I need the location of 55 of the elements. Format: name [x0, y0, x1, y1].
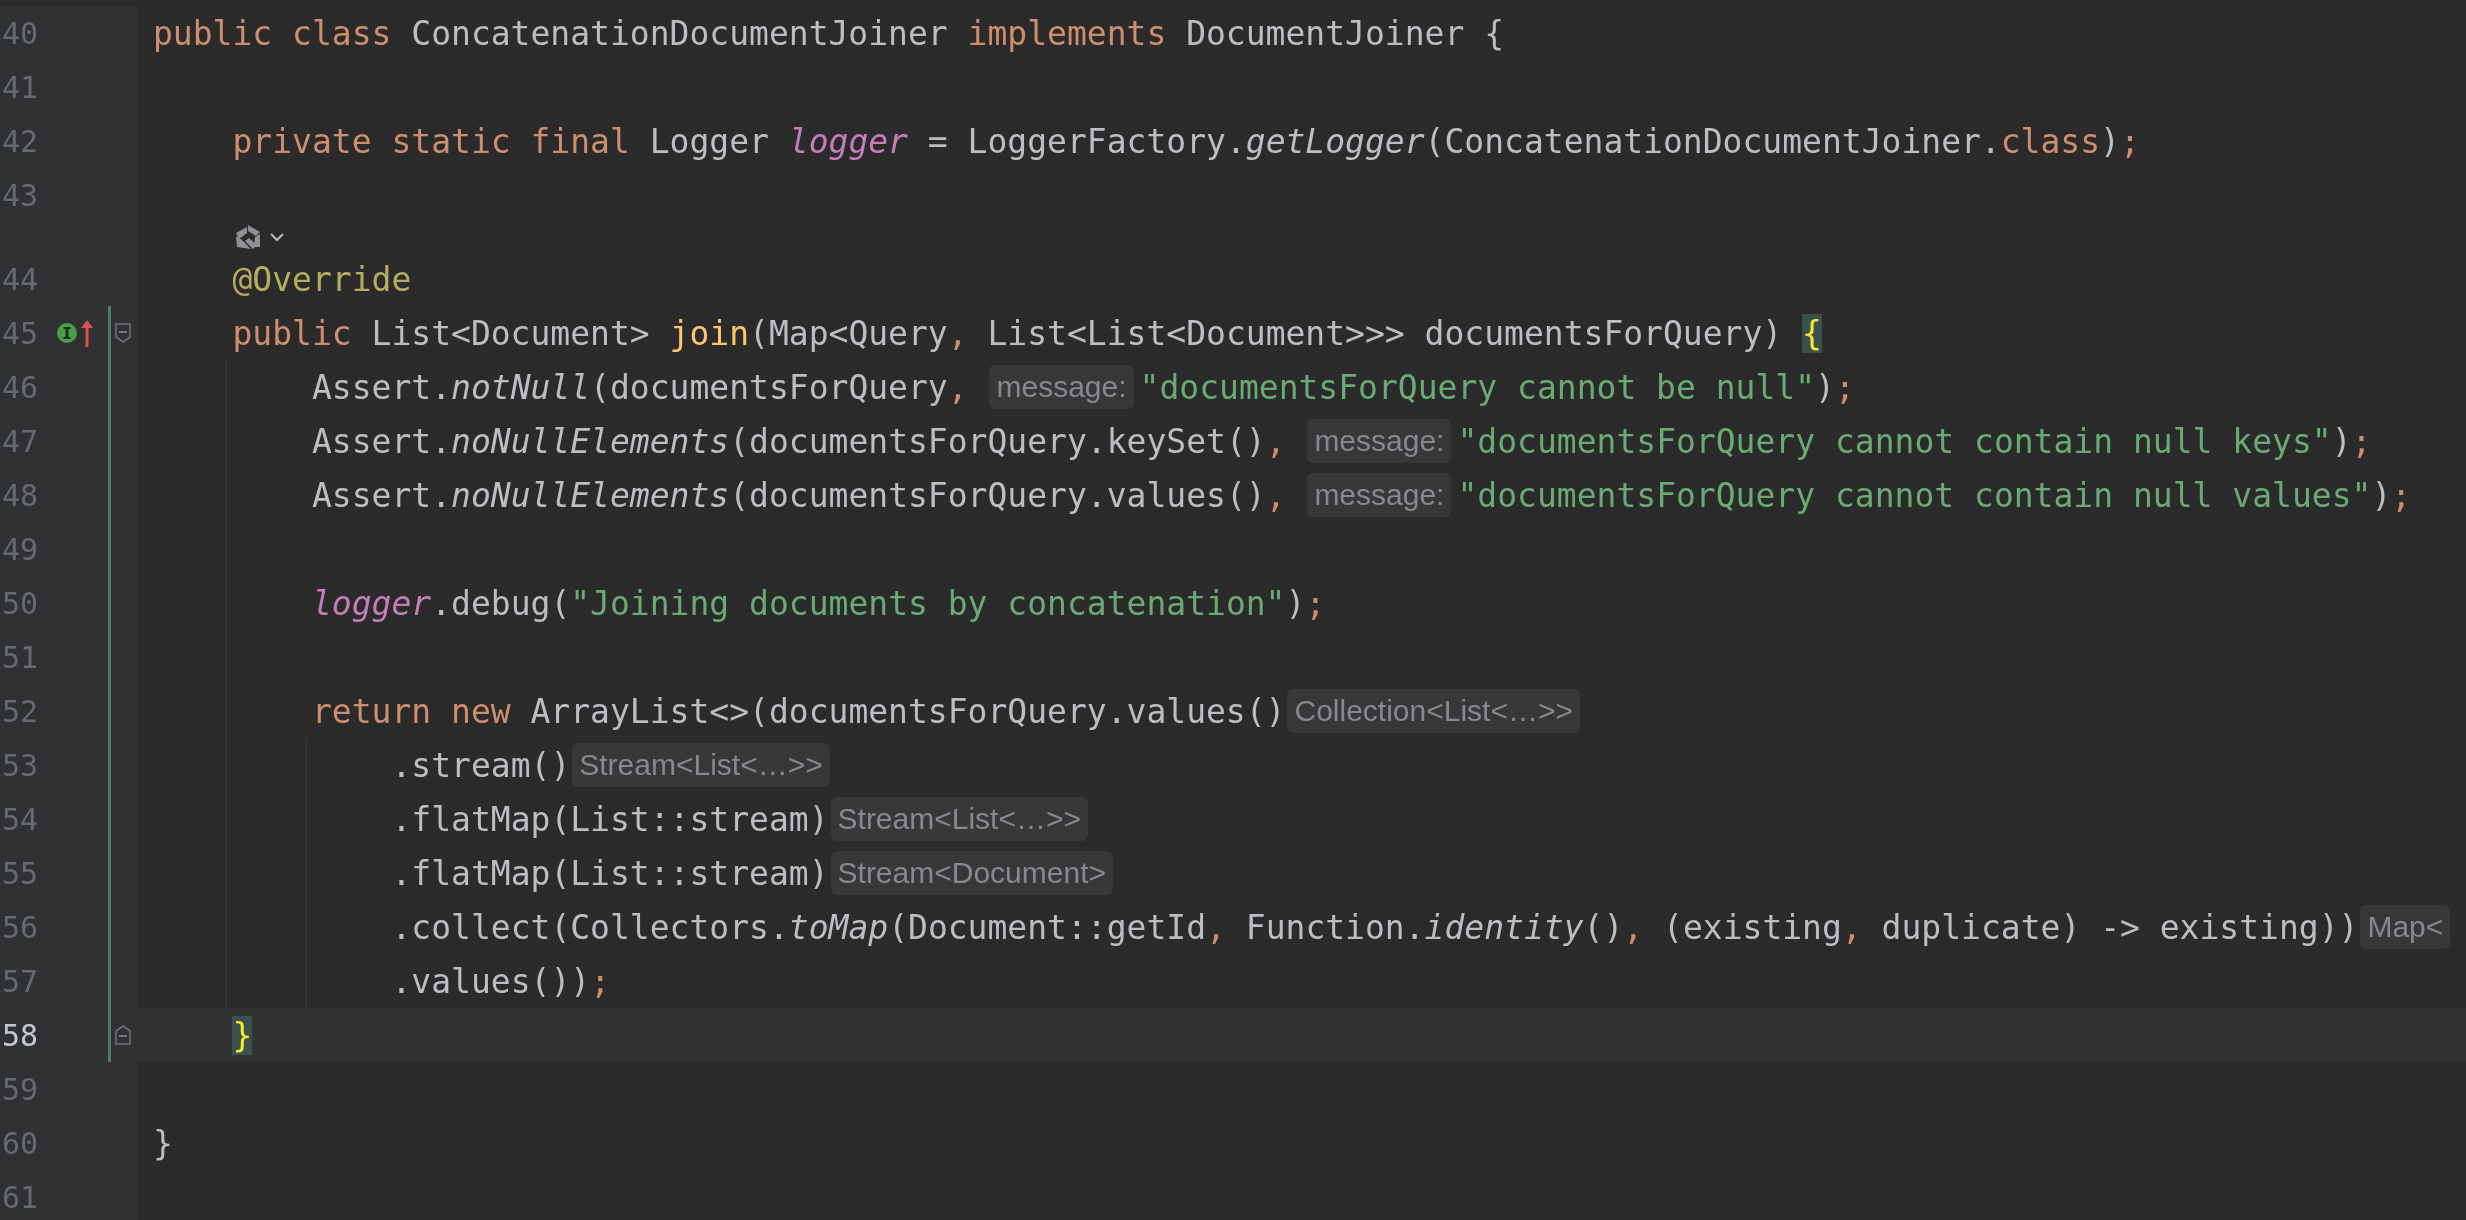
code-text: } [232, 1015, 253, 1055]
code-text: "documentsForQuery cannot be null"); [1139, 367, 1855, 407]
code-text: private static final Logger logger = LoggerFactory.getLogger(ConcatenationDocumentJoiner.class); [232, 121, 2140, 161]
line-number: 61 [1, 1178, 40, 1217]
code-text: .flatMap(List::stream) [391, 799, 829, 839]
line-number: 48 [1, 476, 40, 515]
line-number: 50 [1, 584, 40, 623]
code-text: Assert.noNullElements(documentsForQuery.keySet(), [311, 421, 1287, 461]
code-text: .stream() [391, 745, 571, 785]
line-number: 57 [1, 962, 40, 1001]
code-text: .flatMap(List::stream) [391, 853, 829, 893]
code-text: "documentsForQuery cannot contain null values"); [1457, 475, 2412, 515]
line-number: 40 [1, 14, 40, 53]
code-text: return new ArrayList<>(documentsForQuery.values() [311, 691, 1286, 731]
fold-icon[interactable] [114, 322, 132, 344]
line-number: 55 [1, 854, 40, 893]
code-text: public List<Document> join(Map<Query, List<List<Document>>> documentsForQuery) { [232, 313, 1822, 353]
line-number: 42 [1, 122, 40, 161]
line-number: 43 [1, 176, 40, 215]
line-number: 58 [1, 1016, 40, 1055]
code-text: Assert.noNullElements(documentsForQuery.values(), [311, 475, 1287, 515]
inlay-hint: message: [989, 365, 1134, 409]
code-text: Assert.notNull(documentsForQuery, [311, 367, 969, 407]
code-text: logger.debug("Joining documents by concatenation"); [311, 583, 1326, 623]
inlay-hint: Collection<List<…>> [1287, 689, 1580, 733]
inlay-hint: Stream<List<…>> [830, 797, 1088, 841]
inlay-hint: Map< [2360, 905, 2451, 949]
code-text: .values()); [391, 961, 610, 1001]
knot-icon[interactable] [233, 223, 263, 251]
code-text: public class ConcatenationDocumentJoiner implements DocumentJoiner { [153, 13, 1504, 53]
line-number: 41 [1, 68, 40, 107]
line-number: 51 [1, 638, 40, 677]
inlay-hint: Stream<Document> [830, 851, 1113, 895]
line-number: 49 [1, 530, 40, 569]
chevron-down-icon[interactable] [269, 232, 285, 242]
line-number: 47 [1, 422, 40, 461]
code-text: .collect(Collectors.toMap(Document::getId, Function.identity(), (existing, duplicate) -> existing)) [391, 907, 2359, 947]
line-number: 44 [1, 260, 40, 299]
inlay-hint: message: [1307, 419, 1452, 463]
line-number: 46 [1, 368, 40, 407]
line-number: 54 [1, 800, 40, 839]
line-number: 53 [1, 746, 40, 785]
fold-icon[interactable] [114, 1024, 132, 1046]
line-number: 45 [1, 314, 40, 353]
inlay-hint: message: [1307, 473, 1452, 517]
inlay-hint: Stream<List<…>> [572, 743, 830, 787]
up-arrow-icon[interactable] [80, 318, 94, 348]
code-text: "documentsForQuery cannot contain null keys"); [1457, 421, 2372, 461]
line-number: 52 [1, 692, 40, 731]
line-number: 56 [1, 908, 40, 947]
code-text: } [153, 1123, 173, 1163]
line-number: 59 [1, 1070, 40, 1109]
code-text: @Override [232, 259, 412, 299]
line-number: 60 [1, 1124, 40, 1163]
implementing-method-icon[interactable] [56, 322, 78, 344]
